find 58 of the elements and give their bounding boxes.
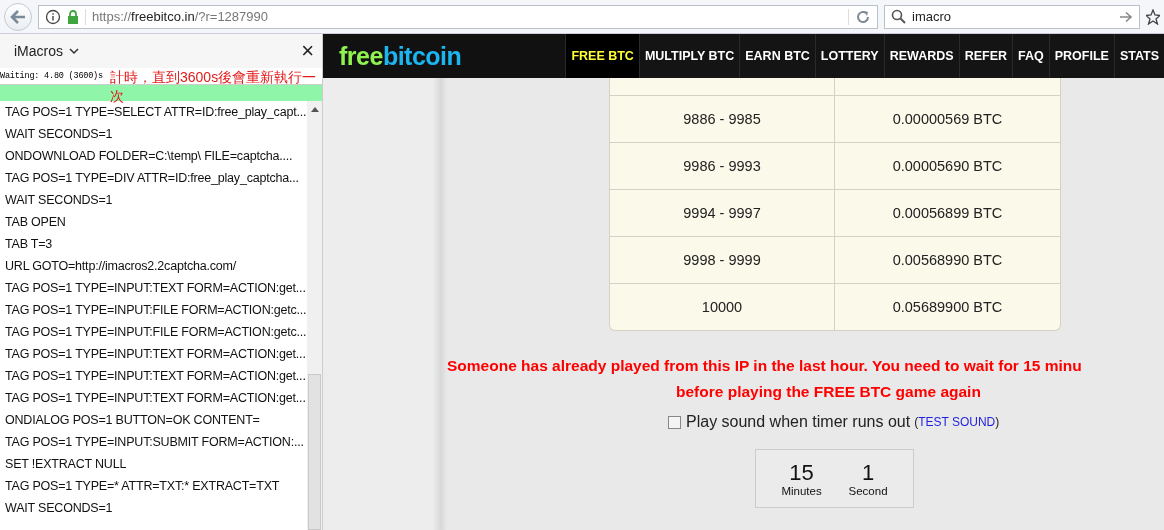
macro-line[interactable]: TAG POS=1 TYPE=DIV ATTR=ID:free_play_captcha... bbox=[5, 167, 307, 189]
scrollbar[interactable] bbox=[307, 101, 322, 530]
table-cell: 0.00000569 BTC bbox=[834, 96, 1060, 142]
macro-line[interactable]: TAG POS=1 TYPE=INPUT:FILE FORM=ACTION:getc... bbox=[5, 321, 307, 343]
macro-line[interactable]: WAIT SECONDS=1 bbox=[5, 497, 307, 519]
url-text: https://freebitco.in/?r=1287990 bbox=[92, 9, 268, 24]
info-icon[interactable] bbox=[45, 8, 61, 25]
macro-line[interactable]: SET !EXTRACT NULL bbox=[5, 453, 307, 475]
macro-line[interactable]: ONDIALOG POS=1 BUTTON=OK CONTENT= bbox=[5, 409, 307, 431]
macro-line[interactable]: TAG POS=1 TYPE=INPUT:SUBMIT FORM=ACTION:... bbox=[5, 431, 307, 453]
arrow-icon[interactable] bbox=[1119, 10, 1133, 23]
macro-line[interactable]: TAG POS=1 TYPE=INPUT:TEXT FORM=ACTION:get... bbox=[5, 387, 307, 409]
panel-title[interactable]: iMacros bbox=[14, 43, 63, 59]
close-button[interactable]: × bbox=[301, 40, 314, 62]
checkbox-label[interactable]: Play sound when timer runs out bbox=[686, 413, 911, 431]
macro-line[interactable]: ONDOWNLOAD FOLDER=C:\temp\ FILE=captcha.... bbox=[5, 145, 307, 167]
countdown-unit: Minutes bbox=[781, 484, 822, 497]
table-cell: 0.00568990 BTC bbox=[834, 237, 1060, 283]
countdown-value: 15 bbox=[789, 460, 814, 485]
macro-line[interactable]: WAIT SECONDS=1 bbox=[5, 123, 307, 145]
macro-line[interactable]: TAG POS=1 TYPE=INPUT:TEXT FORM=ACTION:get... bbox=[5, 343, 307, 365]
bracket: ) bbox=[995, 415, 1000, 429]
chevron-icon[interactable] bbox=[69, 47, 79, 55]
table-cell-text: 10000 bbox=[700, 298, 744, 317]
search-field[interactable]: imacro bbox=[884, 4, 1140, 29]
table-cell: 0.05689900 BTC bbox=[834, 284, 1060, 330]
lock-icon bbox=[67, 9, 79, 24]
macro-line[interactable]: WAIT SECONDS=1 bbox=[5, 189, 307, 211]
annotation-text: 計時，直到3600s後會重新執行一次 bbox=[110, 68, 318, 106]
checkbox[interactable] bbox=[668, 415, 681, 429]
nav-tab[interactable]: FREE BTC bbox=[565, 34, 639, 78]
bracket: ( bbox=[914, 415, 919, 429]
table-cell-text: 9998 - 9999 bbox=[682, 251, 762, 270]
macro-line[interactable]: TAG POS=1 TYPE=* ATTR=TXT:* EXTRACT=TXT bbox=[5, 475, 307, 497]
reload-icon[interactable] bbox=[855, 8, 871, 25]
macro-line[interactable]: TAG POS=1 TYPE=INPUT:TEXT FORM=ACTION:get... bbox=[5, 277, 307, 299]
warning-text: Someone has already played from this IP in the last hour. You need to wait for 15 minu bbox=[447, 356, 1082, 376]
table-cell-text: 9986 - 9993 bbox=[682, 157, 762, 176]
macro-line[interactable]: TAB OPEN bbox=[5, 211, 307, 233]
back-arrow-icon bbox=[9, 8, 27, 25]
star-icon[interactable] bbox=[1146, 8, 1160, 25]
table-cell-text: 9886 - 9985 bbox=[682, 110, 762, 129]
macro-line[interactable]: TAG POS=1 TYPE=INPUT:FILE FORM=ACTION:getc... bbox=[5, 299, 307, 321]
scroll-up-icon[interactable] bbox=[310, 107, 319, 112]
macro-line[interactable]: TAB T=3 bbox=[5, 233, 307, 255]
table-cell-text: 9994 - 9997 bbox=[682, 204, 762, 223]
test-sound-link[interactable]: TEST SOUND bbox=[918, 415, 996, 429]
search-icon bbox=[891, 9, 906, 24]
countdown-value: 1 bbox=[861, 460, 875, 485]
warning-text: before playing the FREE BTC game again bbox=[676, 382, 981, 402]
address-bar[interactable]: https://freebitco.in/?r=1287990 bbox=[38, 4, 878, 29]
table-cell: 0.00056899 BTC bbox=[834, 190, 1060, 236]
site-logo[interactable]: freebitcoin bbox=[323, 41, 566, 71]
table-cell: 0.00005690 BTC bbox=[834, 143, 1060, 189]
macro-line[interactable]: TAG POS=1 TYPE=INPUT:TEXT FORM=ACTION:get... bbox=[5, 365, 307, 387]
countdown-unit: Second bbox=[848, 484, 888, 497]
back-button[interactable] bbox=[4, 2, 32, 31]
macro-line[interactable]: URL GOTO=http://imacros2.2captcha.com/ bbox=[5, 255, 307, 277]
